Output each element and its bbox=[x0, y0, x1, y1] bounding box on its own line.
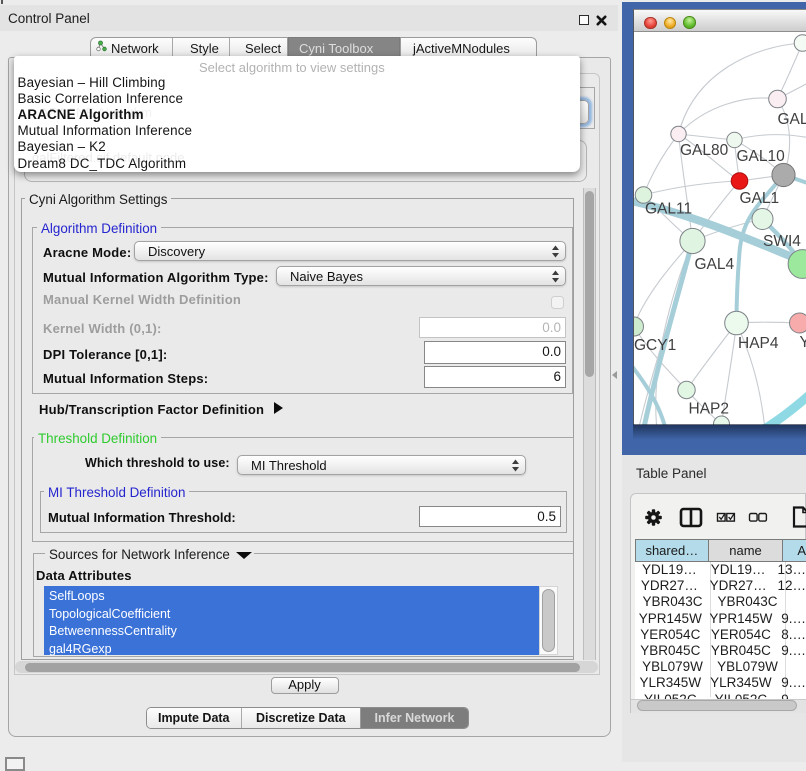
svg-text:SWI4: SWI4 bbox=[763, 233, 801, 250]
svg-text:HAP2: HAP2 bbox=[689, 401, 730, 418]
svg-text:GAL1: GAL1 bbox=[740, 190, 780, 207]
svg-text:GAL4: GAL4 bbox=[695, 256, 735, 273]
svg-text:HAP4: HAP4 bbox=[738, 335, 779, 352]
svg-text:GAL7: GAL7 bbox=[778, 111, 806, 128]
svg-text:GCY1: GCY1 bbox=[634, 337, 676, 354]
svg-text:GAL11: GAL11 bbox=[645, 201, 692, 218]
svg-text:GAL80: GAL80 bbox=[680, 142, 729, 159]
svg-text:YE: YE bbox=[800, 334, 806, 351]
svg-text:GAL10: GAL10 bbox=[737, 148, 786, 165]
